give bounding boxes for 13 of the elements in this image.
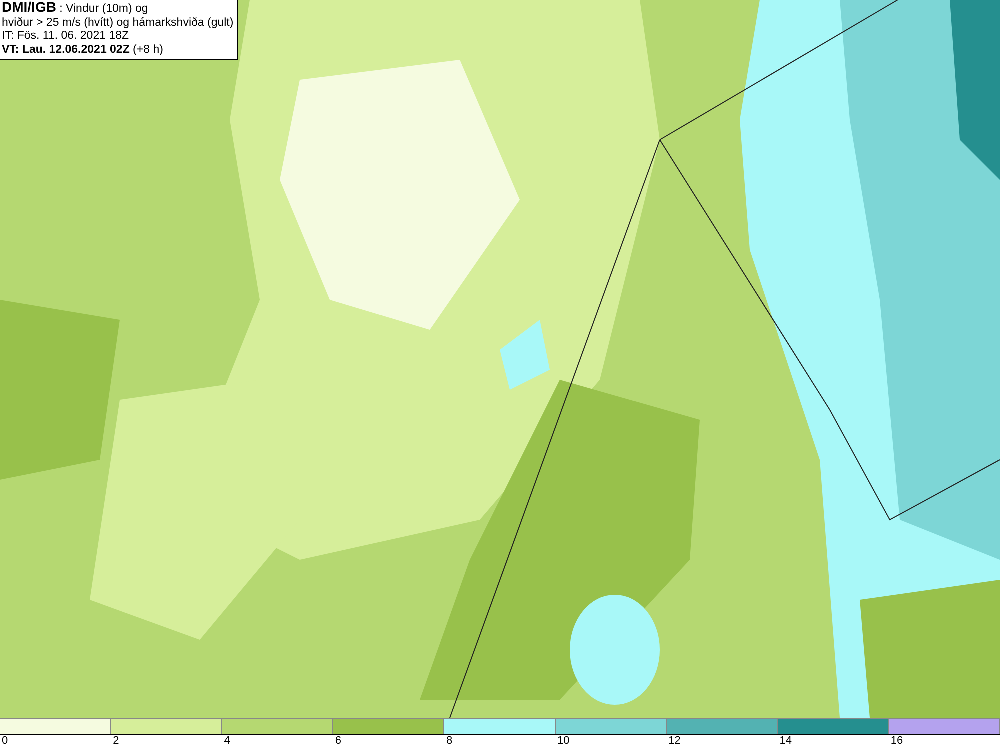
scale-label: 8 — [445, 735, 453, 747]
title-text: VT: Lau. 12.06.2021 02Z (+8 h) — [2, 44, 164, 57]
scale-label: 4 — [223, 735, 230, 747]
scale-label: 14 — [778, 735, 792, 747]
scale-label: 10 — [556, 735, 570, 747]
title-text: hviður > 25 m/s (hvítt) og hámarkshviða (gult) — [2, 16, 234, 30]
scale-label: 0 — [1, 735, 8, 747]
scale-label: 2 — [112, 735, 120, 747]
scale-label: 16 — [890, 735, 904, 747]
scale-label: 12 — [668, 735, 681, 747]
title-text: IT: Fös. 11. 06. 2021 18Z — [2, 30, 130, 44]
title-text: DMI/IGB : Vindur (10m) og — [2, 1, 150, 16]
scale-label: 6 — [334, 735, 342, 747]
